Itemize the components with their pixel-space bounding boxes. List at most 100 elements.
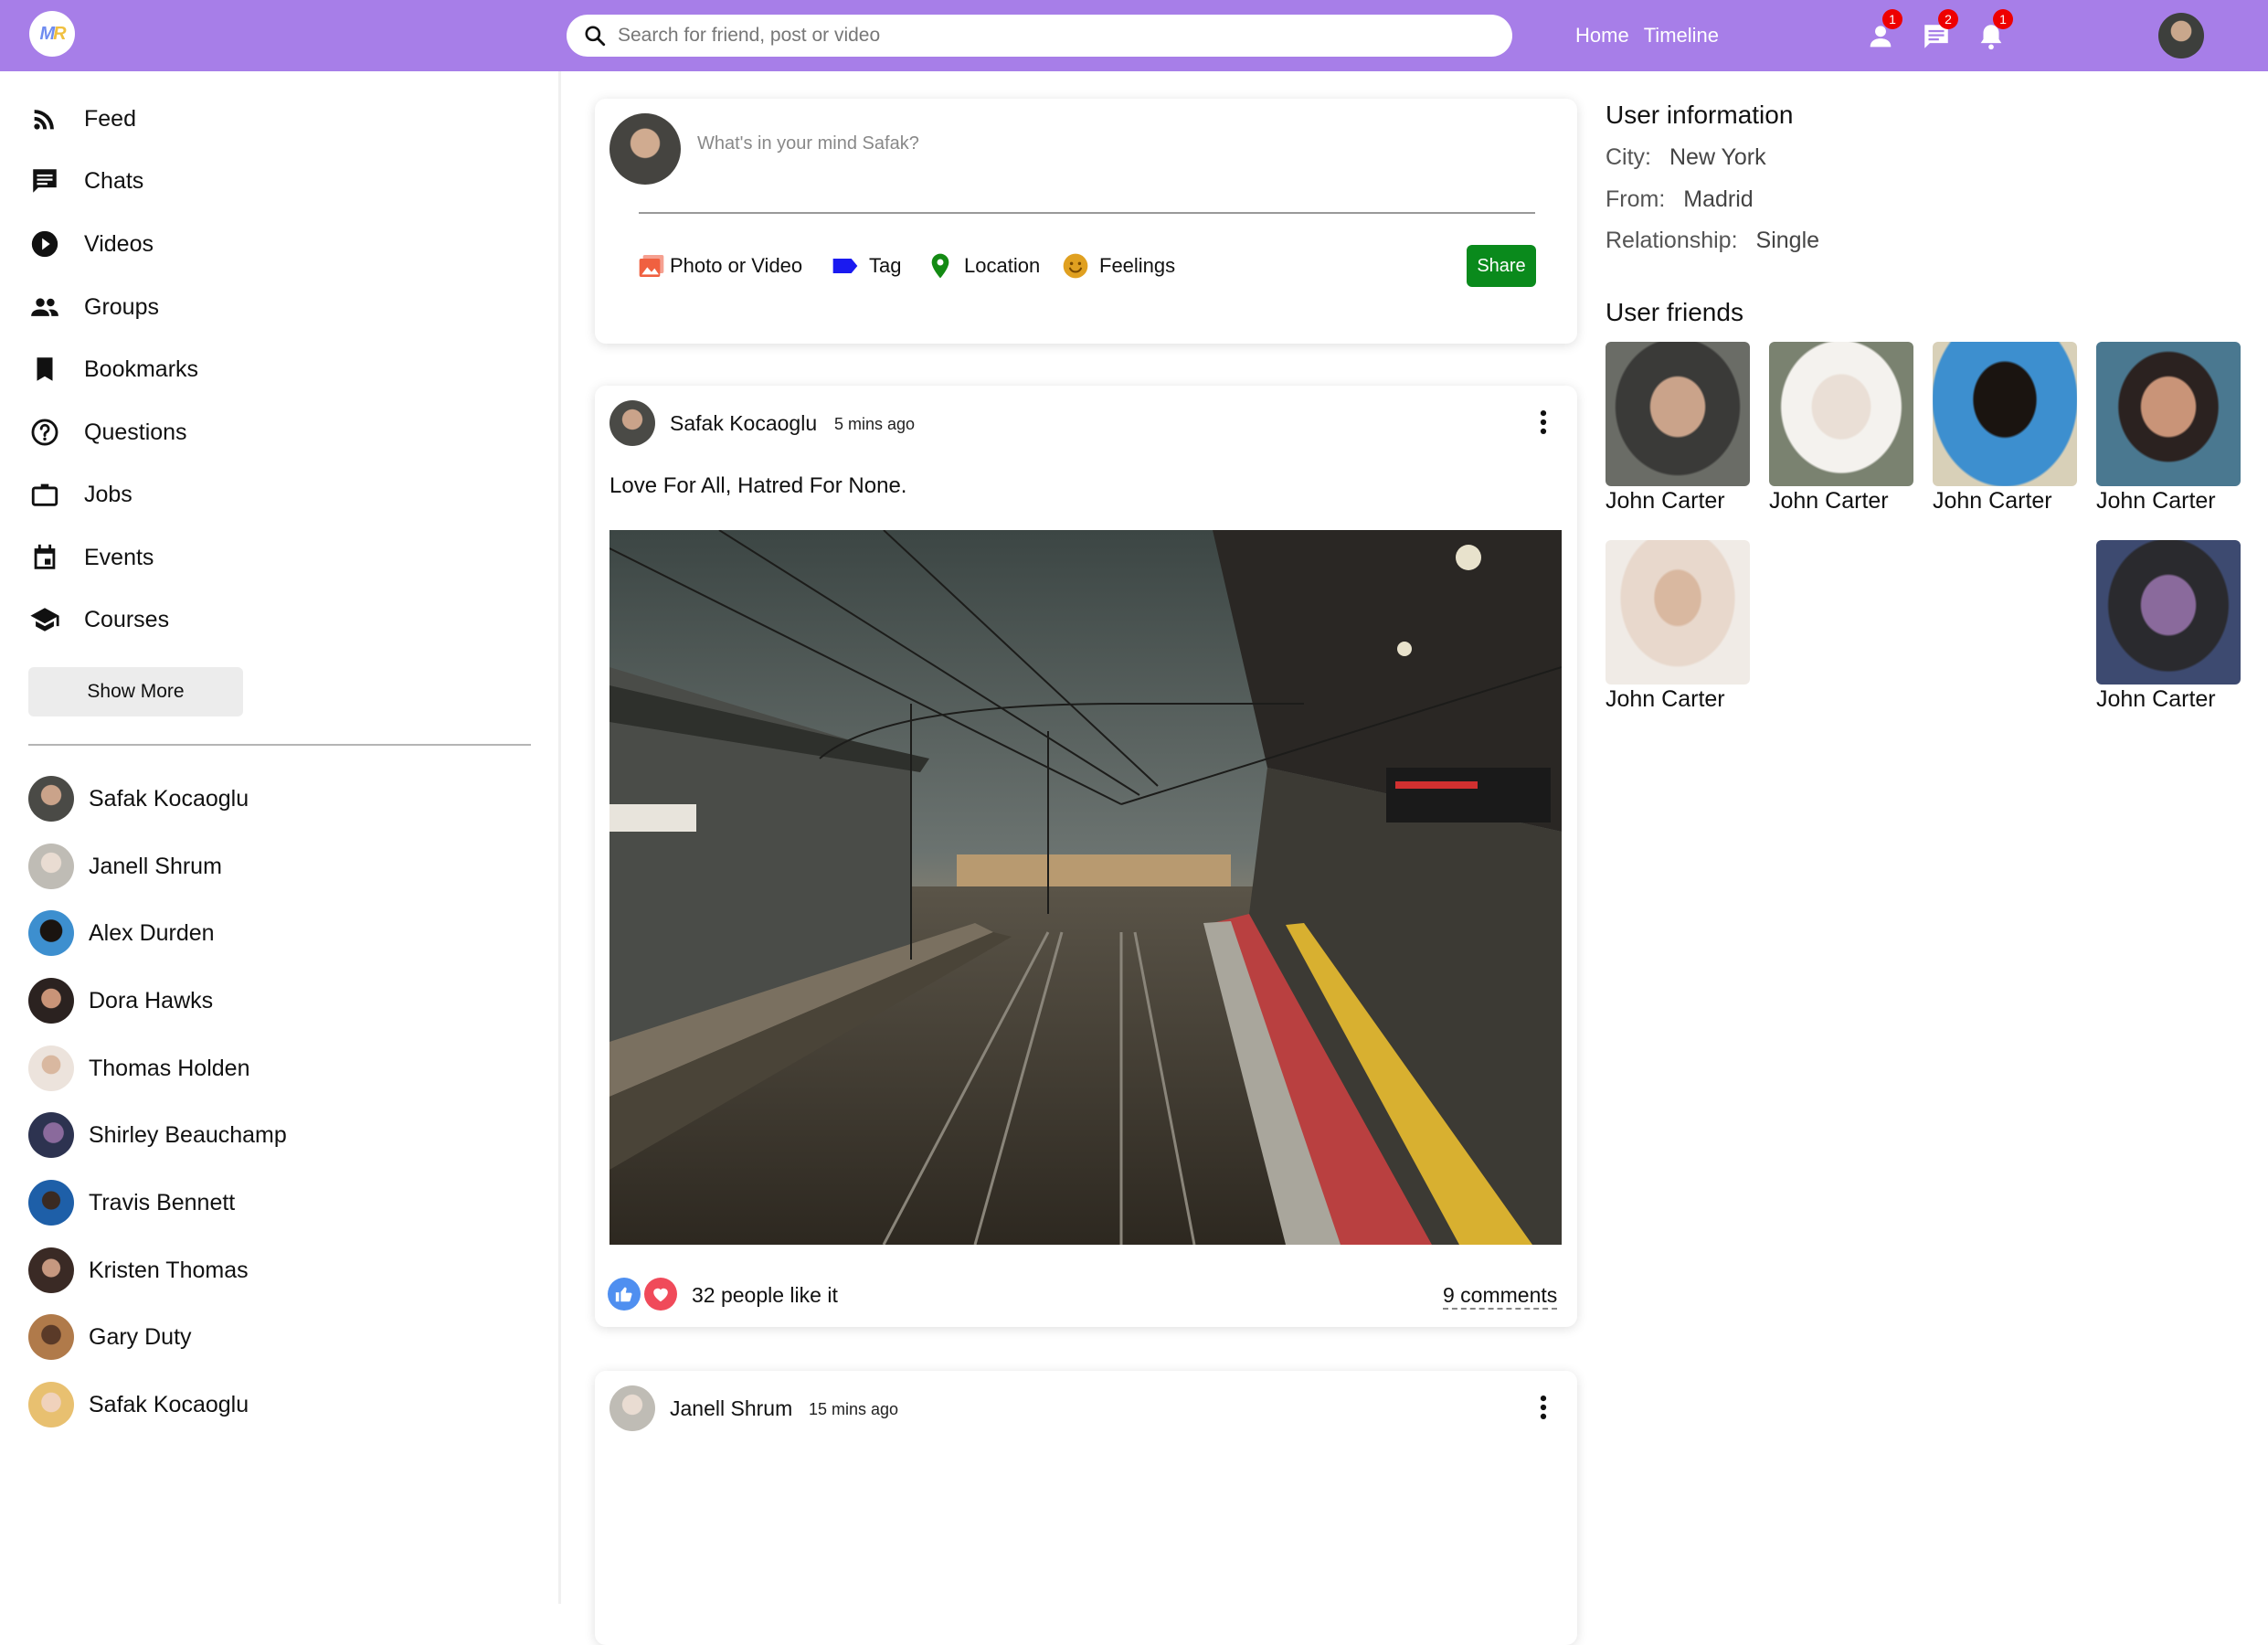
sidebar-item-label: Groups	[84, 293, 159, 320]
friend-card-name: John Carter	[1606, 686, 1725, 712]
sidebar-item-courses[interactable]: Courses	[29, 601, 169, 638]
friend-name: Shirley Beauchamp	[89, 1121, 287, 1148]
post-menu-button[interactable]	[1527, 404, 1560, 440]
friend-requests-button[interactable]: 1	[1862, 9, 1902, 55]
sidebar-item-questions[interactable]: Questions	[29, 414, 187, 451]
sidebar-item-label: Questions	[84, 419, 187, 445]
photo-icon	[639, 255, 664, 277]
comments-link[interactable]: 9 comments	[1443, 1283, 1558, 1310]
messages-button[interactable]: 2	[1918, 9, 1958, 55]
status-input[interactable]	[697, 133, 1428, 154]
post-author[interactable]: Janell Shrum	[670, 1396, 792, 1421]
info-row-city: City: New York	[1606, 144, 1766, 171]
friend-photo	[1769, 342, 1913, 486]
avatar	[28, 978, 74, 1024]
notifications-button[interactable]: 1	[1973, 9, 2013, 55]
avatar	[28, 910, 74, 956]
avatar[interactable]	[609, 400, 655, 446]
friend-list-item[interactable]: Safak Kocaoglu	[28, 776, 249, 822]
info-row-relationship: Relationship: Single	[1606, 228, 1819, 254]
friend-name: Kristen Thomas	[89, 1257, 249, 1283]
sidebar-item-label: Events	[84, 544, 154, 570]
friend-list-item[interactable]: Alex Durden	[28, 910, 215, 956]
thumbs-up-icon	[615, 1287, 632, 1302]
avatar	[609, 113, 681, 185]
home-link[interactable]: Home	[1575, 24, 1629, 48]
friend-name: Alex Durden	[89, 919, 215, 946]
location-option[interactable]: Location	[926, 250, 1040, 281]
friend-card[interactable]: John Carter	[1606, 540, 1750, 713]
friend-card[interactable]: John Carter	[1769, 342, 1913, 515]
search-input[interactable]	[618, 25, 1440, 47]
user-friends-title: User friends	[1606, 298, 1743, 326]
friend-name: Safak Kocaoglu	[89, 1391, 249, 1417]
friend-card-name: John Carter	[1606, 488, 1725, 514]
friend-name: Janell Shrum	[89, 853, 222, 879]
friend-name: Dora Hawks	[89, 987, 214, 1014]
train-station-photo	[609, 530, 1562, 1245]
friend-list-item[interactable]: Kristen Thomas	[28, 1247, 249, 1293]
info-key: From:	[1606, 186, 1666, 212]
post-author[interactable]: Safak Kocaoglu	[670, 411, 817, 436]
profile-avatar[interactable]	[2158, 13, 2204, 58]
help-circle-icon	[31, 419, 58, 446]
friend-card[interactable]: John Carter	[1933, 342, 2077, 515]
avatar	[28, 1112, 74, 1158]
sidebar-item-chats[interactable]: Chats	[29, 163, 143, 199]
briefcase-icon	[31, 483, 58, 506]
friend-list-item[interactable]: Thomas Holden	[28, 1045, 249, 1091]
sidebar-item-jobs[interactable]: Jobs	[29, 476, 132, 513]
tag-option[interactable]: Tag	[831, 250, 901, 281]
friend-photo	[2096, 342, 2241, 486]
avatar	[28, 844, 74, 889]
sidebar-item-label: Chats	[84, 167, 144, 194]
bookmark-icon	[37, 357, 53, 381]
avatar	[28, 1314, 74, 1360]
sidebar-item-feed[interactable]: Feed	[29, 101, 136, 137]
post-menu-button[interactable]	[1527, 1389, 1560, 1426]
sidebar-item-groups[interactable]: Groups	[29, 289, 159, 325]
sidebar-item-events[interactable]: Events	[29, 539, 154, 576]
option-label: Photo or Video	[670, 254, 803, 277]
rss-icon	[34, 110, 54, 130]
friend-list-item[interactable]: Dora Hawks	[28, 978, 213, 1024]
user-info-title: User information	[1606, 101, 1794, 129]
info-key: Relationship:	[1606, 228, 1738, 253]
friend-list-item[interactable]: Shirley Beauchamp	[28, 1112, 287, 1158]
post-text: Love For All, Hatred For None.	[609, 473, 907, 498]
app-logo[interactable]: MR	[29, 11, 75, 57]
friend-card-name: John Carter	[1933, 488, 2052, 514]
love-button[interactable]	[644, 1278, 677, 1311]
messages-badge: 2	[1938, 9, 1958, 29]
friend-name: Thomas Holden	[89, 1055, 250, 1081]
friend-list-item[interactable]: Travis Bennett	[28, 1180, 235, 1226]
sidebar-item-label: Courses	[84, 606, 170, 632]
school-icon	[30, 608, 59, 631]
location-pin-icon	[931, 253, 949, 279]
notifications-badge: 1	[1993, 9, 2013, 29]
sidebar-item-videos[interactable]: Videos	[29, 226, 154, 262]
show-more-button[interactable]: Show More	[28, 667, 243, 716]
friend-card[interactable]: John Carter	[2096, 540, 2241, 713]
timeline-link[interactable]: Timeline	[1644, 24, 1719, 48]
feelings-option[interactable]: Feelings	[1061, 250, 1175, 281]
avatar[interactable]	[609, 1385, 655, 1431]
sidebar-item-label: Jobs	[84, 481, 132, 507]
friend-list-item[interactable]: Safak Kocaoglu	[28, 1382, 249, 1427]
info-row-from: From: Madrid	[1606, 186, 1754, 213]
friend-name: Gary Duty	[89, 1323, 192, 1350]
avatar	[28, 1382, 74, 1427]
sidebar-divider	[28, 744, 531, 746]
post-image[interactable]	[609, 530, 1562, 1245]
friend-list-item[interactable]: Gary Duty	[28, 1314, 192, 1360]
photo-video-option[interactable]: Photo or Video	[637, 250, 802, 281]
friend-card[interactable]: John Carter	[1606, 342, 1750, 515]
info-value: Single	[1755, 228, 1820, 253]
friend-name: Travis Bennett	[89, 1189, 236, 1215]
friend-card-name: John Carter	[1769, 488, 1889, 514]
like-button[interactable]	[608, 1278, 641, 1311]
share-button[interactable]: Share	[1467, 245, 1536, 287]
friend-list-item[interactable]: Janell Shrum	[28, 844, 222, 889]
friend-card[interactable]: John Carter	[2096, 342, 2241, 515]
sidebar-item-bookmarks[interactable]: Bookmarks	[29, 351, 198, 387]
